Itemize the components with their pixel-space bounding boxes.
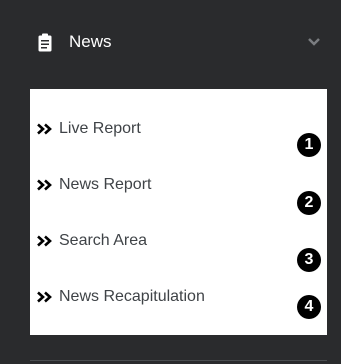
submenu-item-news-report[interactable]: News Report [36, 173, 151, 197]
annotation-badge-2: 2 [297, 191, 321, 215]
news-menu-header[interactable]: News [0, 0, 341, 88]
annotation-badge-3: 3 [297, 248, 321, 272]
news-menu-title: News [69, 32, 112, 51]
clipboard-icon [38, 33, 52, 52]
sidebar-divider [30, 360, 327, 361]
double-chevron-right-icon [36, 123, 54, 135]
sidebar: News Live Report News Report Search Area… [0, 0, 341, 364]
submenu-item-label: News Recapitulation [59, 288, 205, 305]
submenu-item-news-recapitulation[interactable]: News Recapitulation [36, 285, 205, 309]
double-chevron-right-icon [36, 235, 54, 247]
annotation-badge-4: 4 [297, 295, 321, 319]
annotation-badge-1: 1 [297, 133, 321, 157]
double-chevron-right-icon [36, 291, 54, 303]
double-chevron-right-icon [36, 179, 54, 191]
submenu-item-label: Search Area [59, 232, 148, 249]
submenu-item-label: News Report [59, 176, 152, 193]
submenu-item-live-report[interactable]: Live Report [36, 117, 141, 141]
chevron-down-icon[interactable] [307, 37, 321, 47]
submenu-item-search-area[interactable]: Search Area [36, 229, 147, 253]
submenu-item-label: Live Report [59, 120, 141, 137]
